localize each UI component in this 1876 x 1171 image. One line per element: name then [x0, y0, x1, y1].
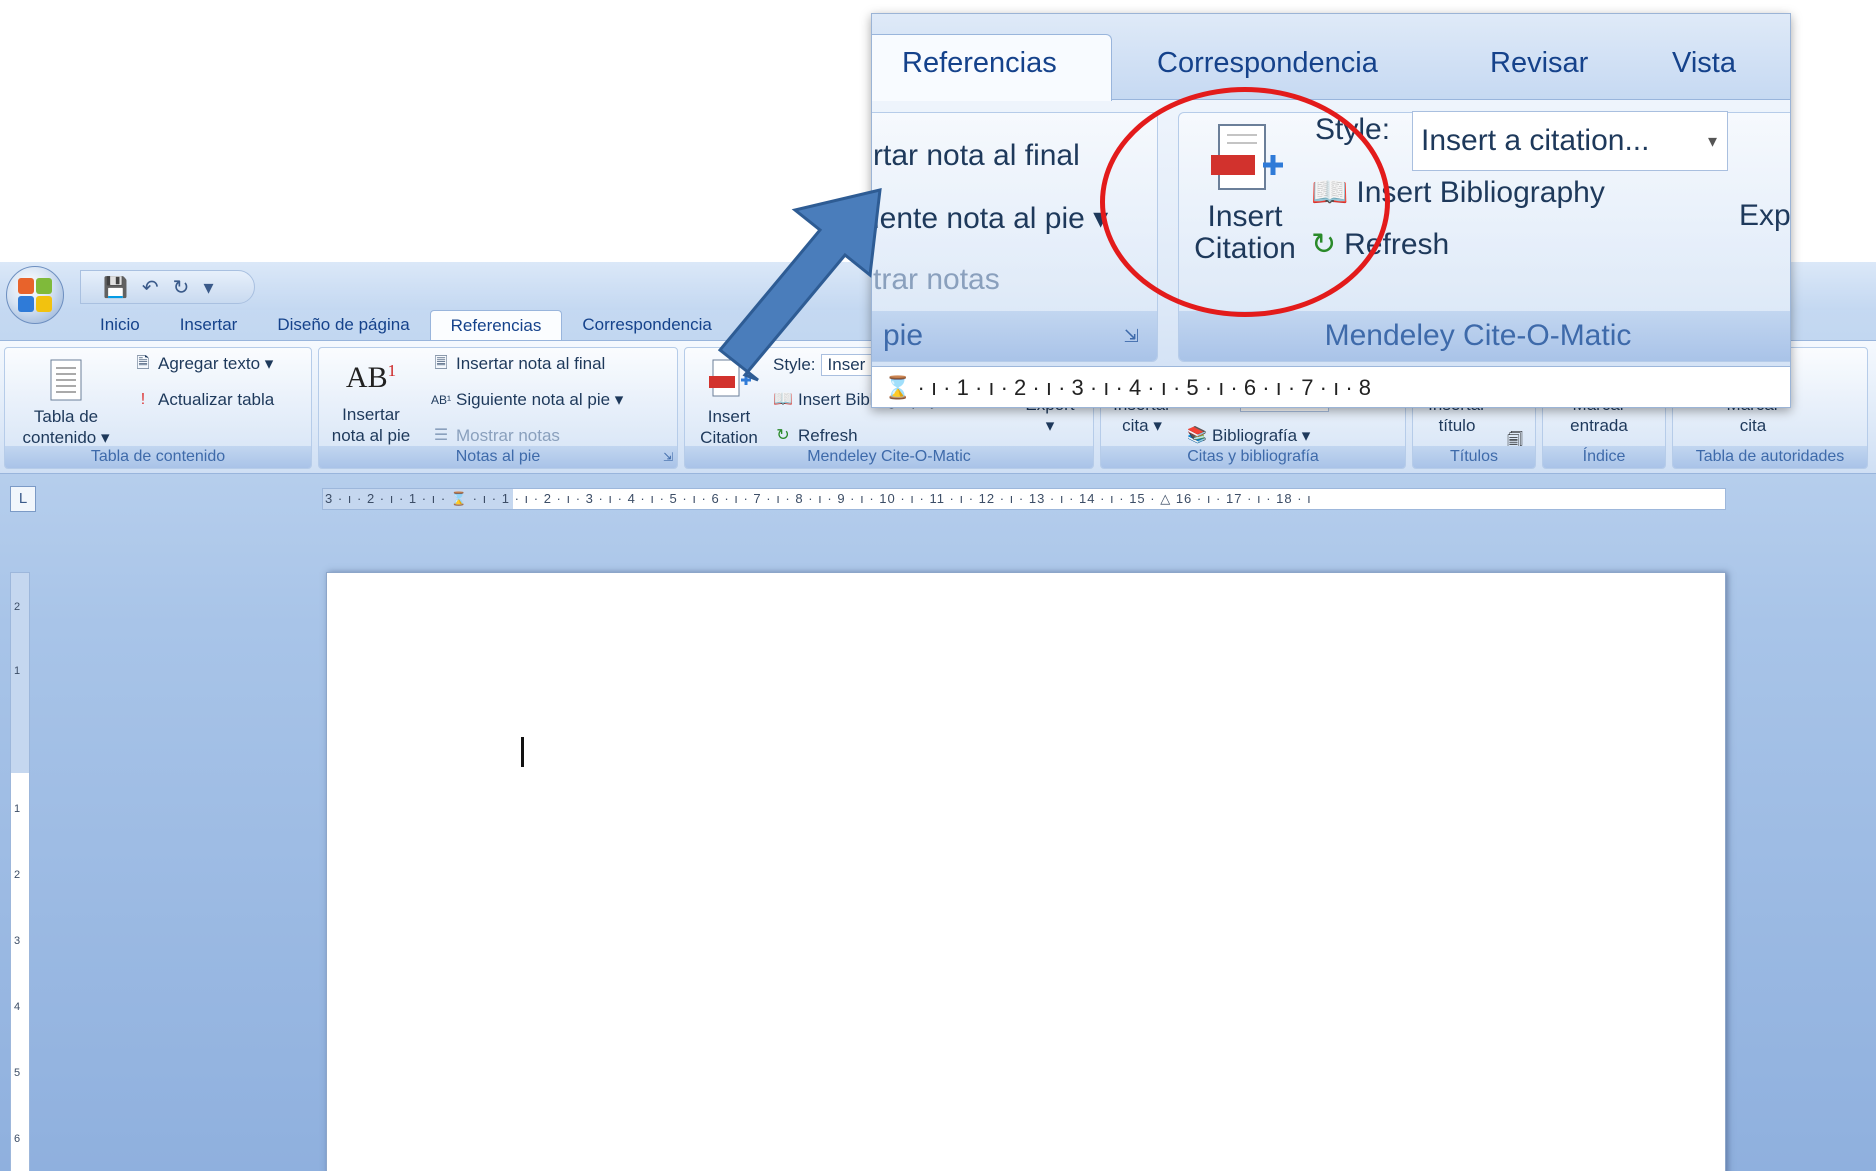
vruler-mark-2-top: 2: [14, 601, 21, 613]
vruler-mark-4: 4: [14, 1001, 21, 1013]
bibliografia-label: Bibliografía ▾: [1212, 426, 1311, 445]
highlight-circle: [1100, 87, 1390, 317]
next-footnote-button[interactable]: AB¹ Siguiente nota al pie ▾: [431, 390, 623, 410]
group-label-citations: Citas y bibliografía: [1101, 446, 1405, 468]
zoom-tab-referencias[interactable]: Referencias: [902, 47, 1057, 80]
update-table-icon: !: [140, 391, 146, 408]
zoom-tab-revisar[interactable]: Revisar: [1490, 47, 1588, 80]
zoom-style-dropdown-icon[interactable]: ▾: [1708, 112, 1717, 170]
vruler-mark-5: 5: [14, 1067, 21, 1079]
zoom-ruler: ⌛ · ı · 1 · ı · 2 · ı · 3 · ı · 4 · ı · …: [872, 366, 1790, 407]
vruler-mark-2: 2: [14, 869, 21, 881]
add-text-icon: 🗎: [136, 355, 150, 372]
group-label-authorities: Tabla de autoridades: [1673, 446, 1867, 468]
tab-referencias[interactable]: Referencias: [429, 310, 563, 340]
vruler-mark-3: 3: [14, 935, 21, 947]
insert-footnote-label-1: Insertar: [342, 405, 400, 424]
bibliography-book-icon: 📖: [773, 391, 793, 408]
customize-qat-icon[interactable]: ▾: [203, 275, 213, 300]
export-arrow: ▾: [1045, 416, 1055, 435]
text-cursor: [521, 737, 524, 767]
insert-endnote-label: Insertar nota al final: [456, 354, 606, 373]
vruler-mark-1: 1: [14, 803, 21, 815]
dialog-launcher-icon[interactable]: ⇲: [663, 450, 673, 464]
refresh-label: Refresh: [798, 426, 858, 445]
toc-icon: [50, 359, 82, 401]
zoom-insert-bibliography-label: Insert Bibliography: [1356, 175, 1605, 209]
pointer-arrow-icon: [717, 188, 882, 382]
tab-diseno-pagina[interactable]: Diseño de página: [257, 310, 429, 340]
zoom-footnotes-label: pie: [872, 311, 1157, 361]
group-label-footnotes: Notas al pie: [319, 446, 677, 468]
next-footnote-icon: AB¹: [431, 393, 452, 407]
office-button[interactable]: [6, 266, 64, 324]
update-table-label: Actualizar tabla: [158, 390, 275, 409]
toc-label-2: contenido ▾: [22, 428, 110, 447]
add-text-button[interactable]: 🗎 Agregar texto ▾: [133, 354, 274, 374]
group-table-of-contents: Tabla de contenido ▾ 🗎 Agregar texto ▾ !…: [4, 347, 312, 469]
zoom-ruler-marks: ⌛ · ı · 1 · ı · 2 · ı · 3 · ı · 4 · ı · …: [884, 375, 1371, 400]
show-notes-button[interactable]: ☰ Mostrar notas: [431, 426, 560, 446]
zoom-endnote-item[interactable]: rtar nota al final: [873, 139, 1080, 173]
vruler-mark-1-top: 1: [14, 665, 21, 677]
insert-endnote-button[interactable]: 🗏 Insertar nota al final: [431, 354, 606, 374]
group-label-index: Índice: [1543, 446, 1665, 468]
zoom-tab-vista[interactable]: Vista: [1672, 47, 1736, 80]
vruler-mark-6: 6: [14, 1133, 21, 1145]
refresh-icon: ↻: [776, 427, 790, 444]
refresh-button[interactable]: ↻ Refresh: [773, 426, 858, 446]
group-label-captions: Títulos: [1413, 446, 1535, 468]
tab-selector[interactable]: L: [10, 486, 36, 512]
zoom-tab-correspondencia[interactable]: Correspondencia: [1157, 47, 1378, 80]
insert-citation-label-2: Citation: [700, 428, 758, 447]
bibliografia-button[interactable]: 📚 Bibliografía ▾: [1187, 426, 1310, 446]
insertar-titulo-label-2: título: [1438, 416, 1476, 435]
redo-icon[interactable]: ↻: [173, 275, 190, 300]
footnote-ab-icon: AB1: [345, 361, 397, 394]
insertar-cita-label-2: cita ▾: [1122, 416, 1162, 435]
horizontal-ruler[interactable]: 3 · ı · 2 · ı · 1 · ı · ⌛ · ı · 1 · ı · …: [322, 488, 1726, 510]
group-label-mendeley: Mendeley Cite-O-Matic: [685, 446, 1093, 468]
show-notes-icon: ☰: [433, 427, 449, 444]
endnote-icon: 🗏: [434, 355, 448, 372]
update-table-button[interactable]: ! Actualizar tabla: [133, 390, 274, 410]
zoom-export-button[interactable]: Exp: [1739, 199, 1790, 233]
zoom-next-footnote-item[interactable]: iente nota al pie ▾: [873, 201, 1108, 236]
group-label-toc: Tabla de contenido: [5, 446, 311, 468]
marcar-cita-label-2: cita: [1739, 416, 1767, 435]
insert-citation-label-1: Insert: [707, 407, 751, 426]
zoom-mendeley-label: Mendeley Cite-O-Matic: [1179, 311, 1790, 361]
zoom-tab-bar: Referencias Correspondencia Revisar Vist…: [872, 14, 1790, 101]
document-page[interactable]: [326, 572, 1726, 1171]
marcar-entrada-label-2: entrada: [1570, 416, 1628, 435]
next-footnote-label: Siguiente nota al pie ▾: [456, 390, 624, 409]
vertical-ruler[interactable]: 2 1 1 2 3 4 5 6: [10, 572, 30, 1171]
zoom-style-select[interactable]: Insert a citation... ▾: [1412, 111, 1728, 171]
zoom-show-notes-item[interactable]: trar notas: [873, 263, 1000, 297]
office-logo-icon: [18, 278, 52, 312]
toc-button[interactable]: Tabla de contenido ▾: [11, 358, 121, 448]
insert-footnote-button[interactable]: AB1 Insertar nota al pie: [323, 360, 419, 446]
quick-access-toolbar: 💾 ↶ ↻ ▾: [80, 270, 255, 304]
tab-insertar[interactable]: Insertar: [160, 310, 258, 340]
ribbon-tabs: Inicio Insertar Diseño de página Referen…: [80, 310, 732, 340]
zoom-style-value: Insert a citation...: [1421, 124, 1650, 157]
add-text-label: Agregar texto ▾: [158, 354, 274, 373]
ruler-area: L 3 · ı · 2 · ı · 1 · ı · ⌛ · ı · 1 · ı …: [0, 474, 1876, 518]
group-footnotes: AB1 Insertar nota al pie 🗏 Insertar nota…: [318, 347, 678, 469]
tab-inicio[interactable]: Inicio: [80, 310, 160, 340]
undo-icon[interactable]: ↶: [142, 275, 159, 300]
bibliografia-icon: 📚: [1187, 427, 1207, 444]
toc-label-1: Tabla de: [33, 407, 99, 426]
zoom-dialog-launcher-icon[interactable]: ⇲: [1124, 326, 1139, 347]
show-notes-label: Mostrar notas: [456, 426, 560, 445]
horizontal-ruler-marks: 3 · ı · 2 · ı · 1 · ı · ⌛ · ı · 1 · ı · …: [325, 491, 1312, 506]
save-icon[interactable]: 💾: [103, 275, 128, 300]
insert-footnote-label-2: nota al pie: [331, 426, 411, 445]
